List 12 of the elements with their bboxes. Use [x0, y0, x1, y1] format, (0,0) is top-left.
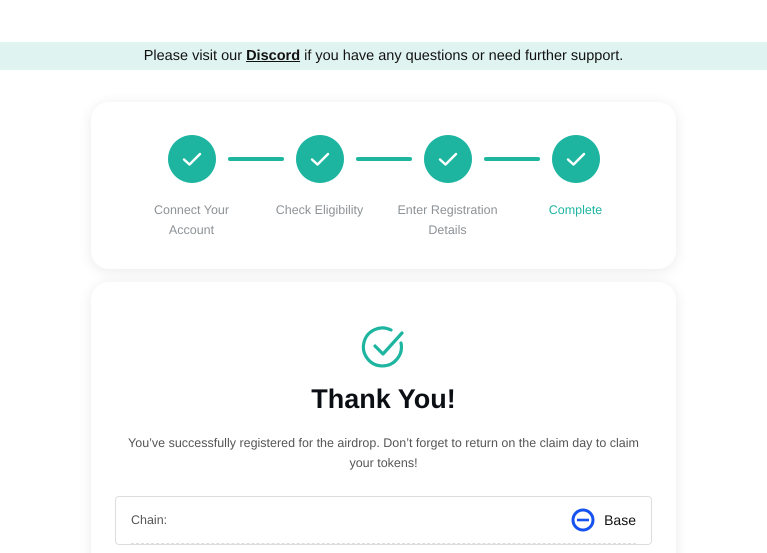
- detail-label: Chain:: [131, 513, 168, 527]
- thank-you-title: Thank You!: [311, 384, 456, 415]
- success-message: You’ve successfully registered for the airdrop. Don’t forget to return on the claim day to claim your tokens!: [127, 435, 640, 472]
- step-label: Complete: [548, 202, 604, 219]
- check-circle-icon: [360, 324, 406, 370]
- step-label: Connect Your Account: [152, 202, 230, 239]
- step-label: Enter Registration Details: [396, 202, 499, 239]
- base-logo-icon: [571, 508, 596, 532]
- banner-text: Please visit our Discord if you have any questions or need further support.: [144, 48, 624, 64]
- discord-link[interactable]: Discord: [246, 48, 300, 64]
- step-label: Check Eligibility: [274, 202, 364, 219]
- detail-value: Base: [604, 512, 636, 528]
